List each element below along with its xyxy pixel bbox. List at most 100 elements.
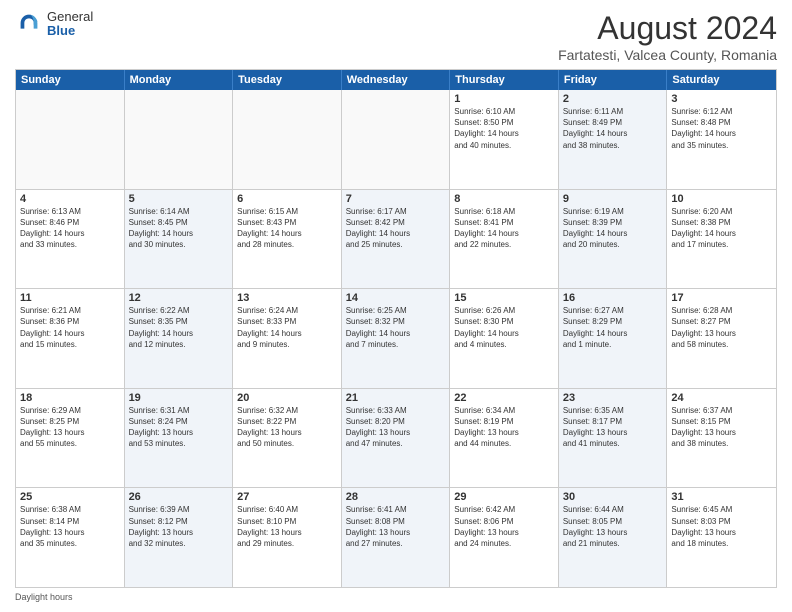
day-info: Sunrise: 6:12 AM Sunset: 8:48 PM Dayligh… (671, 106, 772, 151)
day-number: 10 (671, 193, 772, 205)
day-info: Sunrise: 6:11 AM Sunset: 8:49 PM Dayligh… (563, 106, 663, 151)
day-number: 11 (20, 292, 120, 304)
cal-cell: 6Sunrise: 6:15 AM Sunset: 8:43 PM Daylig… (233, 190, 342, 289)
day-number: 15 (454, 292, 554, 304)
day-info: Sunrise: 6:27 AM Sunset: 8:29 PM Dayligh… (563, 305, 663, 350)
footer-text: Daylight hours (15, 592, 73, 602)
header-day-tuesday: Tuesday (233, 70, 342, 90)
header-day-saturday: Saturday (667, 70, 776, 90)
cal-cell: 25Sunrise: 6:38 AM Sunset: 8:14 PM Dayli… (16, 488, 125, 587)
day-number: 12 (129, 292, 229, 304)
day-info: Sunrise: 6:45 AM Sunset: 8:03 PM Dayligh… (671, 504, 772, 549)
day-info: Sunrise: 6:17 AM Sunset: 8:42 PM Dayligh… (346, 206, 446, 251)
day-number: 9 (563, 193, 663, 205)
cal-cell: 1Sunrise: 6:10 AM Sunset: 8:50 PM Daylig… (450, 90, 559, 189)
day-number: 29 (454, 491, 554, 503)
header-day-friday: Friday (559, 70, 668, 90)
day-info: Sunrise: 6:19 AM Sunset: 8:39 PM Dayligh… (563, 206, 663, 251)
calendar-body: 1Sunrise: 6:10 AM Sunset: 8:50 PM Daylig… (16, 90, 776, 587)
day-number: 25 (20, 491, 120, 503)
day-info: Sunrise: 6:20 AM Sunset: 8:38 PM Dayligh… (671, 206, 772, 251)
cal-cell (16, 90, 125, 189)
day-info: Sunrise: 6:41 AM Sunset: 8:08 PM Dayligh… (346, 504, 446, 549)
day-info: Sunrise: 6:38 AM Sunset: 8:14 PM Dayligh… (20, 504, 120, 549)
cal-cell: 12Sunrise: 6:22 AM Sunset: 8:35 PM Dayli… (125, 289, 234, 388)
day-number: 26 (129, 491, 229, 503)
main-title: August 2024 (558, 10, 777, 47)
cal-cell: 30Sunrise: 6:44 AM Sunset: 8:05 PM Dayli… (559, 488, 668, 587)
cal-cell (233, 90, 342, 189)
cal-cell: 2Sunrise: 6:11 AM Sunset: 8:49 PM Daylig… (559, 90, 668, 189)
day-number: 17 (671, 292, 772, 304)
day-number: 20 (237, 392, 337, 404)
logo-icon (15, 10, 43, 38)
day-number: 6 (237, 193, 337, 205)
day-info: Sunrise: 6:25 AM Sunset: 8:32 PM Dayligh… (346, 305, 446, 350)
cal-cell: 13Sunrise: 6:24 AM Sunset: 8:33 PM Dayli… (233, 289, 342, 388)
day-info: Sunrise: 6:34 AM Sunset: 8:19 PM Dayligh… (454, 405, 554, 450)
header-day-wednesday: Wednesday (342, 70, 451, 90)
day-number: 19 (129, 392, 229, 404)
day-info: Sunrise: 6:39 AM Sunset: 8:12 PM Dayligh… (129, 504, 229, 549)
header-day-thursday: Thursday (450, 70, 559, 90)
week-row-3: 11Sunrise: 6:21 AM Sunset: 8:36 PM Dayli… (16, 289, 776, 389)
week-row-2: 4Sunrise: 6:13 AM Sunset: 8:46 PM Daylig… (16, 190, 776, 290)
day-info: Sunrise: 6:42 AM Sunset: 8:06 PM Dayligh… (454, 504, 554, 549)
day-info: Sunrise: 6:44 AM Sunset: 8:05 PM Dayligh… (563, 504, 663, 549)
cal-cell (342, 90, 451, 189)
day-number: 16 (563, 292, 663, 304)
day-info: Sunrise: 6:31 AM Sunset: 8:24 PM Dayligh… (129, 405, 229, 450)
cal-cell: 19Sunrise: 6:31 AM Sunset: 8:24 PM Dayli… (125, 389, 234, 488)
day-info: Sunrise: 6:28 AM Sunset: 8:27 PM Dayligh… (671, 305, 772, 350)
cal-cell: 29Sunrise: 6:42 AM Sunset: 8:06 PM Dayli… (450, 488, 559, 587)
day-number: 4 (20, 193, 120, 205)
header-day-monday: Monday (125, 70, 234, 90)
day-number: 24 (671, 392, 772, 404)
cal-cell: 31Sunrise: 6:45 AM Sunset: 8:03 PM Dayli… (667, 488, 776, 587)
cal-cell: 20Sunrise: 6:32 AM Sunset: 8:22 PM Dayli… (233, 389, 342, 488)
cal-cell: 15Sunrise: 6:26 AM Sunset: 8:30 PM Dayli… (450, 289, 559, 388)
day-info: Sunrise: 6:35 AM Sunset: 8:17 PM Dayligh… (563, 405, 663, 450)
cal-cell: 5Sunrise: 6:14 AM Sunset: 8:45 PM Daylig… (125, 190, 234, 289)
cal-cell: 3Sunrise: 6:12 AM Sunset: 8:48 PM Daylig… (667, 90, 776, 189)
day-number: 7 (346, 193, 446, 205)
day-info: Sunrise: 6:15 AM Sunset: 8:43 PM Dayligh… (237, 206, 337, 251)
header-day-sunday: Sunday (16, 70, 125, 90)
header: General Blue August 2024 Fartatesti, Val… (15, 10, 777, 63)
page: General Blue August 2024 Fartatesti, Val… (0, 0, 792, 612)
day-info: Sunrise: 6:22 AM Sunset: 8:35 PM Dayligh… (129, 305, 229, 350)
day-number: 18 (20, 392, 120, 404)
cal-cell: 17Sunrise: 6:28 AM Sunset: 8:27 PM Dayli… (667, 289, 776, 388)
day-number: 14 (346, 292, 446, 304)
cal-cell: 9Sunrise: 6:19 AM Sunset: 8:39 PM Daylig… (559, 190, 668, 289)
day-number: 5 (129, 193, 229, 205)
day-info: Sunrise: 6:32 AM Sunset: 8:22 PM Dayligh… (237, 405, 337, 450)
day-info: Sunrise: 6:13 AM Sunset: 8:46 PM Dayligh… (20, 206, 120, 251)
cal-cell: 10Sunrise: 6:20 AM Sunset: 8:38 PM Dayli… (667, 190, 776, 289)
cal-cell: 27Sunrise: 6:40 AM Sunset: 8:10 PM Dayli… (233, 488, 342, 587)
cal-cell: 22Sunrise: 6:34 AM Sunset: 8:19 PM Dayli… (450, 389, 559, 488)
calendar-header: SundayMondayTuesdayWednesdayThursdayFrid… (16, 70, 776, 90)
day-info: Sunrise: 6:37 AM Sunset: 8:15 PM Dayligh… (671, 405, 772, 450)
day-info: Sunrise: 6:18 AM Sunset: 8:41 PM Dayligh… (454, 206, 554, 251)
day-number: 23 (563, 392, 663, 404)
footer: Daylight hours (15, 592, 777, 602)
day-info: Sunrise: 6:29 AM Sunset: 8:25 PM Dayligh… (20, 405, 120, 450)
cal-cell: 8Sunrise: 6:18 AM Sunset: 8:41 PM Daylig… (450, 190, 559, 289)
week-row-5: 25Sunrise: 6:38 AM Sunset: 8:14 PM Dayli… (16, 488, 776, 587)
cal-cell: 11Sunrise: 6:21 AM Sunset: 8:36 PM Dayli… (16, 289, 125, 388)
day-number: 22 (454, 392, 554, 404)
day-number: 28 (346, 491, 446, 503)
week-row-1: 1Sunrise: 6:10 AM Sunset: 8:50 PM Daylig… (16, 90, 776, 190)
week-row-4: 18Sunrise: 6:29 AM Sunset: 8:25 PM Dayli… (16, 389, 776, 489)
day-info: Sunrise: 6:26 AM Sunset: 8:30 PM Dayligh… (454, 305, 554, 350)
day-info: Sunrise: 6:14 AM Sunset: 8:45 PM Dayligh… (129, 206, 229, 251)
day-info: Sunrise: 6:40 AM Sunset: 8:10 PM Dayligh… (237, 504, 337, 549)
day-number: 3 (671, 93, 772, 105)
cal-cell: 7Sunrise: 6:17 AM Sunset: 8:42 PM Daylig… (342, 190, 451, 289)
cal-cell: 24Sunrise: 6:37 AM Sunset: 8:15 PM Dayli… (667, 389, 776, 488)
logo: General Blue (15, 10, 93, 39)
cal-cell: 14Sunrise: 6:25 AM Sunset: 8:32 PM Dayli… (342, 289, 451, 388)
day-number: 21 (346, 392, 446, 404)
day-number: 27 (237, 491, 337, 503)
